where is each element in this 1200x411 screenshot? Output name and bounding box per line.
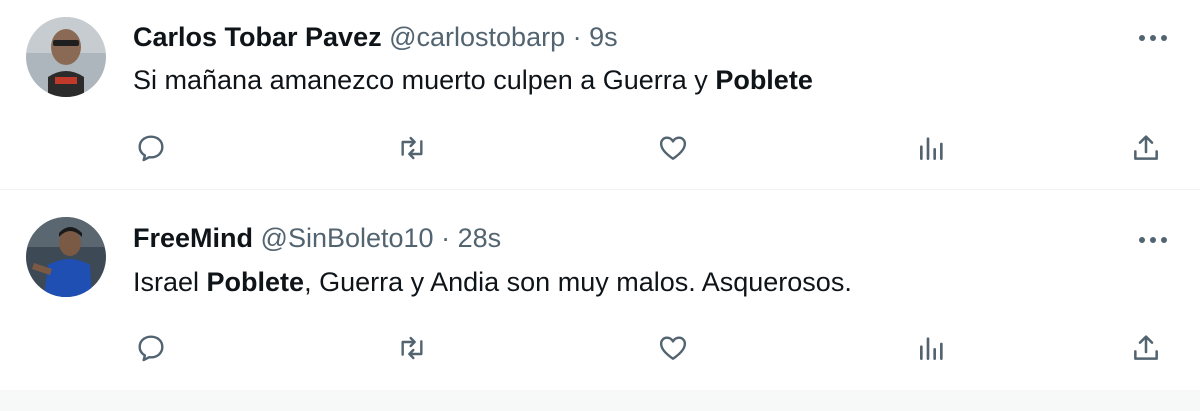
retweet-button[interactable] <box>392 328 432 368</box>
tweet-text-bold: Poblete <box>206 267 305 297</box>
analytics-icon <box>920 337 943 360</box>
separator-dot: · <box>572 22 582 52</box>
share-button[interactable] <box>1126 128 1166 168</box>
retweet-icon <box>401 336 423 360</box>
reply-icon <box>138 335 164 362</box>
retweet-icon <box>401 136 423 160</box>
share-icon <box>1134 335 1158 360</box>
tweet[interactable]: Carlos Tobar Pavez @carlostobarp · 9s Si… <box>0 0 1200 189</box>
tweet-text-part: Israel <box>133 267 207 297</box>
author-name[interactable]: Carlos Tobar Pavez <box>133 22 382 52</box>
more-horizontal-icon <box>1139 35 1167 41</box>
more-horizontal-icon <box>1139 237 1167 243</box>
reply-icon <box>138 135 164 162</box>
action-bar <box>0 328 1200 368</box>
author-name[interactable]: FreeMind <box>133 223 253 253</box>
tweet-text: Si mañana amanezco muerto culpen a Guerr… <box>133 63 813 97</box>
avatar-image <box>26 217 106 297</box>
more-options-button[interactable] <box>1136 24 1170 52</box>
heart-icon <box>659 336 687 360</box>
like-button[interactable] <box>653 128 693 168</box>
tweet-text-bold: Poblete <box>715 65 813 95</box>
author-handle[interactable]: @carlostobarp <box>389 22 565 52</box>
feed-bottom-band <box>0 390 1200 410</box>
share-button[interactable] <box>1126 328 1166 368</box>
separator-dot: · <box>441 223 451 253</box>
tweet-header: Carlos Tobar Pavez @carlostobarp · 9s <box>133 20 618 54</box>
tweet-header: FreeMind @SinBoleto10 · 28s <box>133 221 501 255</box>
tweet[interactable]: FreeMind @SinBoleto10 · 28s Israel Poble… <box>0 189 1200 390</box>
avatar[interactable] <box>26 17 106 97</box>
timeline: Carlos Tobar Pavez @carlostobarp · 9s Si… <box>0 0 1200 410</box>
share-icon <box>1134 135 1158 160</box>
like-button[interactable] <box>653 328 693 368</box>
tweet-text: Israel Poblete, Guerra y Andia son muy m… <box>133 265 852 299</box>
timestamp[interactable]: 9s <box>589 22 618 52</box>
timestamp[interactable]: 28s <box>458 223 502 253</box>
tweet-text-part: Si mañana amanezco muerto culpen a Guerr… <box>133 65 716 95</box>
avatar-image <box>26 17 106 97</box>
more-options-button[interactable] <box>1136 226 1170 254</box>
tweet-text-part: , Guerra y Andia son muy malos. Asqueros… <box>304 267 852 297</box>
views-button[interactable] <box>912 128 952 168</box>
author-handle[interactable]: @SinBoleto10 <box>261 223 434 253</box>
avatar[interactable] <box>26 217 106 297</box>
retweet-button[interactable] <box>392 128 432 168</box>
views-button[interactable] <box>912 328 952 368</box>
action-bar <box>0 128 1200 168</box>
reply-button[interactable] <box>131 328 171 368</box>
analytics-icon <box>920 137 943 160</box>
reply-button[interactable] <box>131 128 171 168</box>
heart-icon <box>659 136 687 160</box>
